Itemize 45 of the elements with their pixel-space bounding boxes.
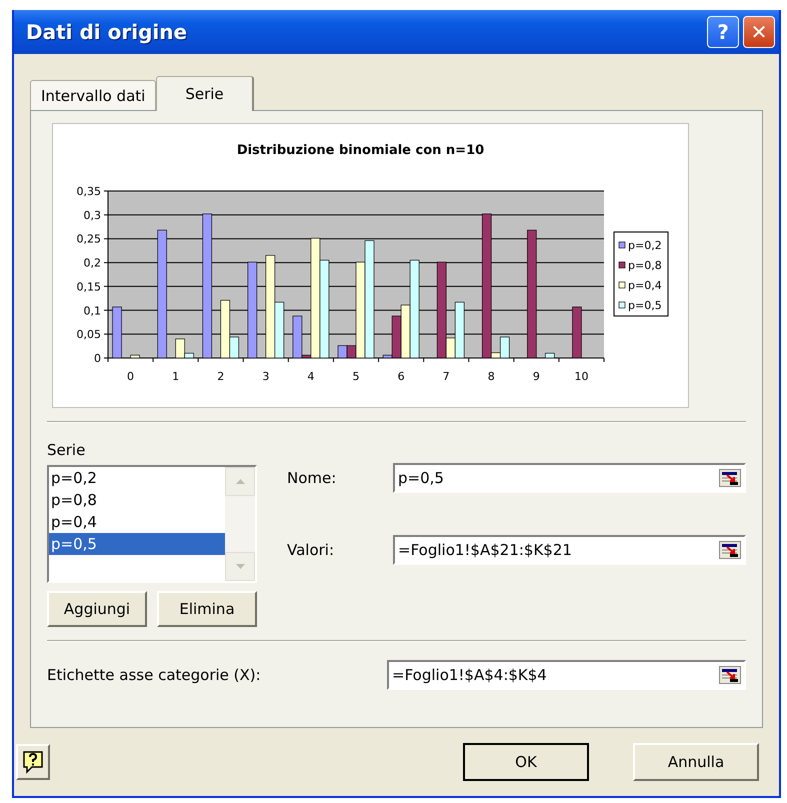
- close-button[interactable]: ✕: [743, 16, 775, 48]
- axis-tick-label: 9: [532, 370, 540, 383]
- list-item[interactable]: p=0,5: [49, 533, 225, 555]
- legend-label: p=0,5: [628, 299, 662, 312]
- series-listbox[interactable]: p=0,2 p=0,8 p=0,4 p=0,5: [47, 465, 257, 583]
- axis-tick-label: 3: [262, 370, 270, 383]
- axis-tick-label: 0,35: [76, 185, 101, 198]
- chart-title: Distribuzione binomiale con n=10: [236, 143, 484, 158]
- axis-tick-label: 0: [127, 370, 134, 383]
- field-label: Nome:: [287, 469, 338, 487]
- axis-tick-label: 1: [172, 370, 180, 383]
- axis-tick-label: 0: [94, 352, 101, 365]
- list-button[interactable]: Elimina: [157, 591, 257, 627]
- tab[interactable]: Serie: [156, 76, 254, 111]
- list-item[interactable]: p=0,4: [49, 511, 225, 533]
- axis-tick-label: 8: [488, 370, 495, 383]
- axis-tick-label: 0,05: [76, 328, 101, 342]
- axis-tick-label: 6: [398, 370, 405, 383]
- axis-tick-label: 2: [217, 370, 224, 383]
- input-field[interactable]: p=0,5: [393, 463, 746, 493]
- ok-button[interactable]: OK: [463, 743, 589, 781]
- input-field[interactable]: =Foglio1!$A$4:$K$4: [387, 660, 746, 690]
- help-button[interactable]: ?: [707, 16, 739, 48]
- axis-tick-label: 0,15: [76, 280, 101, 294]
- axis-tick-label: 0,25: [76, 232, 101, 246]
- axis-tick-label: 4: [307, 370, 314, 383]
- series-label: Serie: [47, 441, 86, 459]
- input-field[interactable]: =Foglio1!$A$21:$K$21: [393, 535, 746, 565]
- legend-label: p=0,4: [628, 279, 662, 292]
- field-label: Valori:: [287, 541, 336, 559]
- tab[interactable]: Intervallo dati: [30, 80, 156, 110]
- list-item[interactable]: p=0,8: [49, 489, 225, 511]
- cancel-button[interactable]: Annulla: [633, 743, 759, 781]
- window-title: Dati di origine: [26, 20, 188, 44]
- axis-tick-label: 0,3: [84, 208, 101, 222]
- legend-label: p=0,2: [628, 239, 662, 252]
- list-button[interactable]: Aggiungi: [47, 591, 147, 627]
- axis-tick-label: 7: [442, 370, 450, 383]
- axis-tick-label: 5: [352, 370, 360, 383]
- axis-tick-label: 10: [574, 370, 588, 383]
- list-item[interactable]: p=0,2: [49, 467, 225, 489]
- axis-tick-label: 0,2: [84, 256, 101, 270]
- field-label: Etichette asse categorie (X):: [47, 666, 262, 684]
- legend-label: p=0,8: [628, 259, 662, 272]
- axis-tick-label: 0,1: [84, 304, 101, 318]
